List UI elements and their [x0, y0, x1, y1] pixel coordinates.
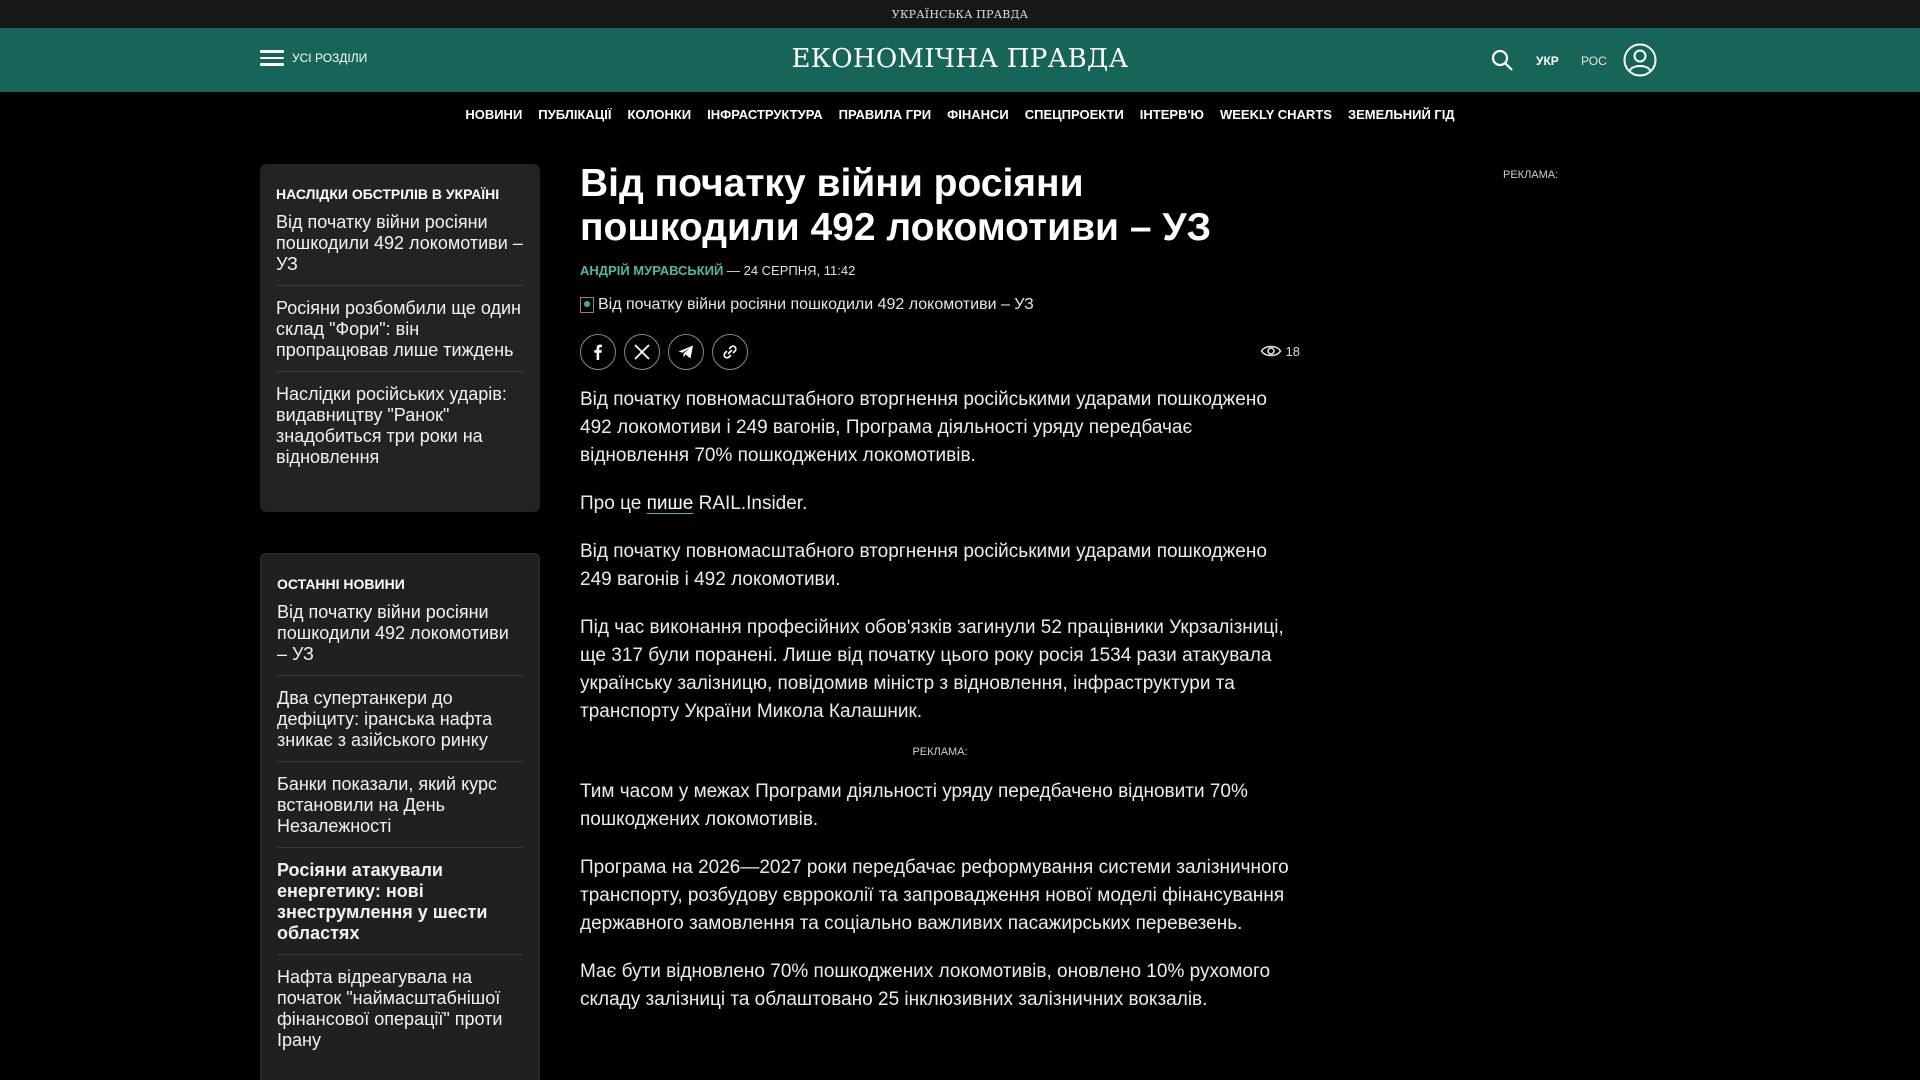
telegram-icon	[678, 345, 693, 359]
share-facebook-button[interactable]	[580, 334, 616, 370]
latest-news-heading[interactable]: ОСТАННІ НОВИНИ	[277, 576, 523, 592]
top-bar: УКРАЇНСЬКА ПРАВДА	[0, 0, 1920, 28]
article-lead: Від початку повномасштабного вторгнення …	[580, 389, 1267, 466]
article-image: Від початку війни росіяни пошкодили 492 …	[580, 296, 1300, 314]
article-paragraph: Має бути відновлено 70% пошкоджених локо…	[580, 961, 1271, 1010]
article-source: Про це пише RAIL.Insider.	[580, 490, 1300, 518]
article-paragraph: Програма на 2026—2027 роки передбачає ре…	[580, 857, 1289, 934]
topic-list-item[interactable]: Наслідки російських ударів: видавництву …	[276, 384, 524, 478]
nav-item-finance[interactable]: ФІНАНСИ	[947, 107, 1009, 122]
nav-item-land-guide[interactable]: ЗЕМЕЛЬНИЙ ГІД	[1348, 107, 1455, 122]
link-icon	[723, 345, 737, 359]
right-ad-label: РЕКЛАМА:	[1503, 169, 1559, 181]
article-title: Від початку війни росіяни пошкодили 492 …	[580, 162, 1212, 249]
article-paragraph: Під час виконання професійних обов'язків…	[580, 617, 1284, 722]
nav-item-interview[interactable]: ІНТЕРВ'Ю	[1140, 107, 1204, 122]
facebook-icon	[594, 344, 602, 360]
topic-heading[interactable]: НАСЛІДКИ ОБСТРІЛІВ В УКРАЇНІ	[276, 186, 524, 202]
article: Від початку війни росіяни пошкодили 492 …	[580, 162, 1300, 1014]
nav-item-infrastructure[interactable]: ІНФРАСТРУКТУРА	[707, 107, 822, 122]
lang-ros-button[interactable]: РОС	[1581, 54, 1607, 68]
nav-item-publications[interactable]: ПУБЛІКАЦІЇ	[538, 107, 611, 122]
nav-item-columns[interactable]: КОЛОНКИ	[628, 107, 692, 122]
nav-item-weekly-charts[interactable]: WEEKLY CHARTS	[1220, 107, 1332, 122]
article-paragraph: Тим часом у межах Програми діяльності ур…	[580, 781, 1248, 830]
news-list-item[interactable]: Росіяни атакували енергетику: нові знест…	[277, 860, 523, 955]
lang-ukr-button[interactable]: УКР	[1536, 54, 1559, 68]
news-list-item[interactable]: Нафта відреагувала на початок "наймасшта…	[277, 967, 523, 1061]
news-list-item[interactable]: Банки показали, який курс встановили на …	[277, 774, 523, 848]
news-list-item[interactable]: Від початку війни росіяни пошкодили 492 …	[277, 602, 523, 676]
copy-link-button[interactable]	[712, 334, 748, 370]
article-date: — 24 СЕРПНЯ, 11:42	[723, 263, 856, 278]
views-count: 18	[1285, 343, 1300, 359]
main-nav: НОВИНИ ПУБЛІКАЦІЇ КОЛОНКИ ІНФРАСТРУКТУРА…	[0, 92, 1920, 136]
topic-list-item[interactable]: Від початку війни росіяни пошкодили 492 …	[276, 212, 524, 286]
share-x-button[interactable]	[624, 334, 660, 370]
topic-sidebar: НАСЛІДКИ ОБСТРІЛІВ В УКРАЇНІ Від початку…	[260, 164, 540, 512]
broken-image-icon	[580, 297, 594, 313]
search-icon[interactable]	[1490, 48, 1514, 72]
eye-icon	[1260, 345, 1281, 357]
site-header: УСІ РОЗДІЛИ ЕКОНОМІЧНА ПРАВДА УКР РОС	[0, 28, 1920, 92]
nav-item-rules[interactable]: ПРАВИЛА ГРИ	[839, 107, 932, 122]
views-counter: 18	[1260, 342, 1300, 360]
source-suffix: RAIL.Insider.	[693, 493, 808, 514]
x-icon	[634, 344, 650, 360]
share-telegram-button[interactable]	[668, 334, 704, 370]
inline-ad-label: РЕКЛАМА:	[912, 746, 968, 758]
source-prefix: Про це	[580, 493, 647, 514]
nav-item-news[interactable]: НОВИНИ	[465, 107, 522, 122]
user-icon[interactable]	[1623, 43, 1657, 77]
latest-news-sidebar: ОСТАННІ НОВИНИ Від початку війни росіяни…	[260, 553, 540, 1080]
image-alt-text: Від початку війни росіяни пошкодили 492 …	[598, 296, 1034, 313]
article-meta: АНДРІЙ МУРАВСЬКИЙ — 24 СЕРПНЯ, 11:42	[580, 263, 1300, 278]
author-link[interactable]: АНДРІЙ МУРАВСЬКИЙ	[580, 263, 723, 278]
topic-list-item[interactable]: Росіяни розбомбили ще один склад "Фори":…	[276, 298, 524, 372]
source-link[interactable]: пише	[647, 493, 694, 514]
news-list-item[interactable]: Два супертанкери до дефіциту: іранська н…	[277, 688, 523, 762]
parent-site-link[interactable]: УКРАЇНСЬКА ПРАВДА	[892, 8, 1028, 21]
share-bar: 18	[580, 334, 1300, 370]
article-paragraph: Від початку повномасштабного вторгнення …	[580, 541, 1267, 590]
nav-item-special-projects[interactable]: СПЕЦПРОЕКТИ	[1025, 107, 1124, 122]
